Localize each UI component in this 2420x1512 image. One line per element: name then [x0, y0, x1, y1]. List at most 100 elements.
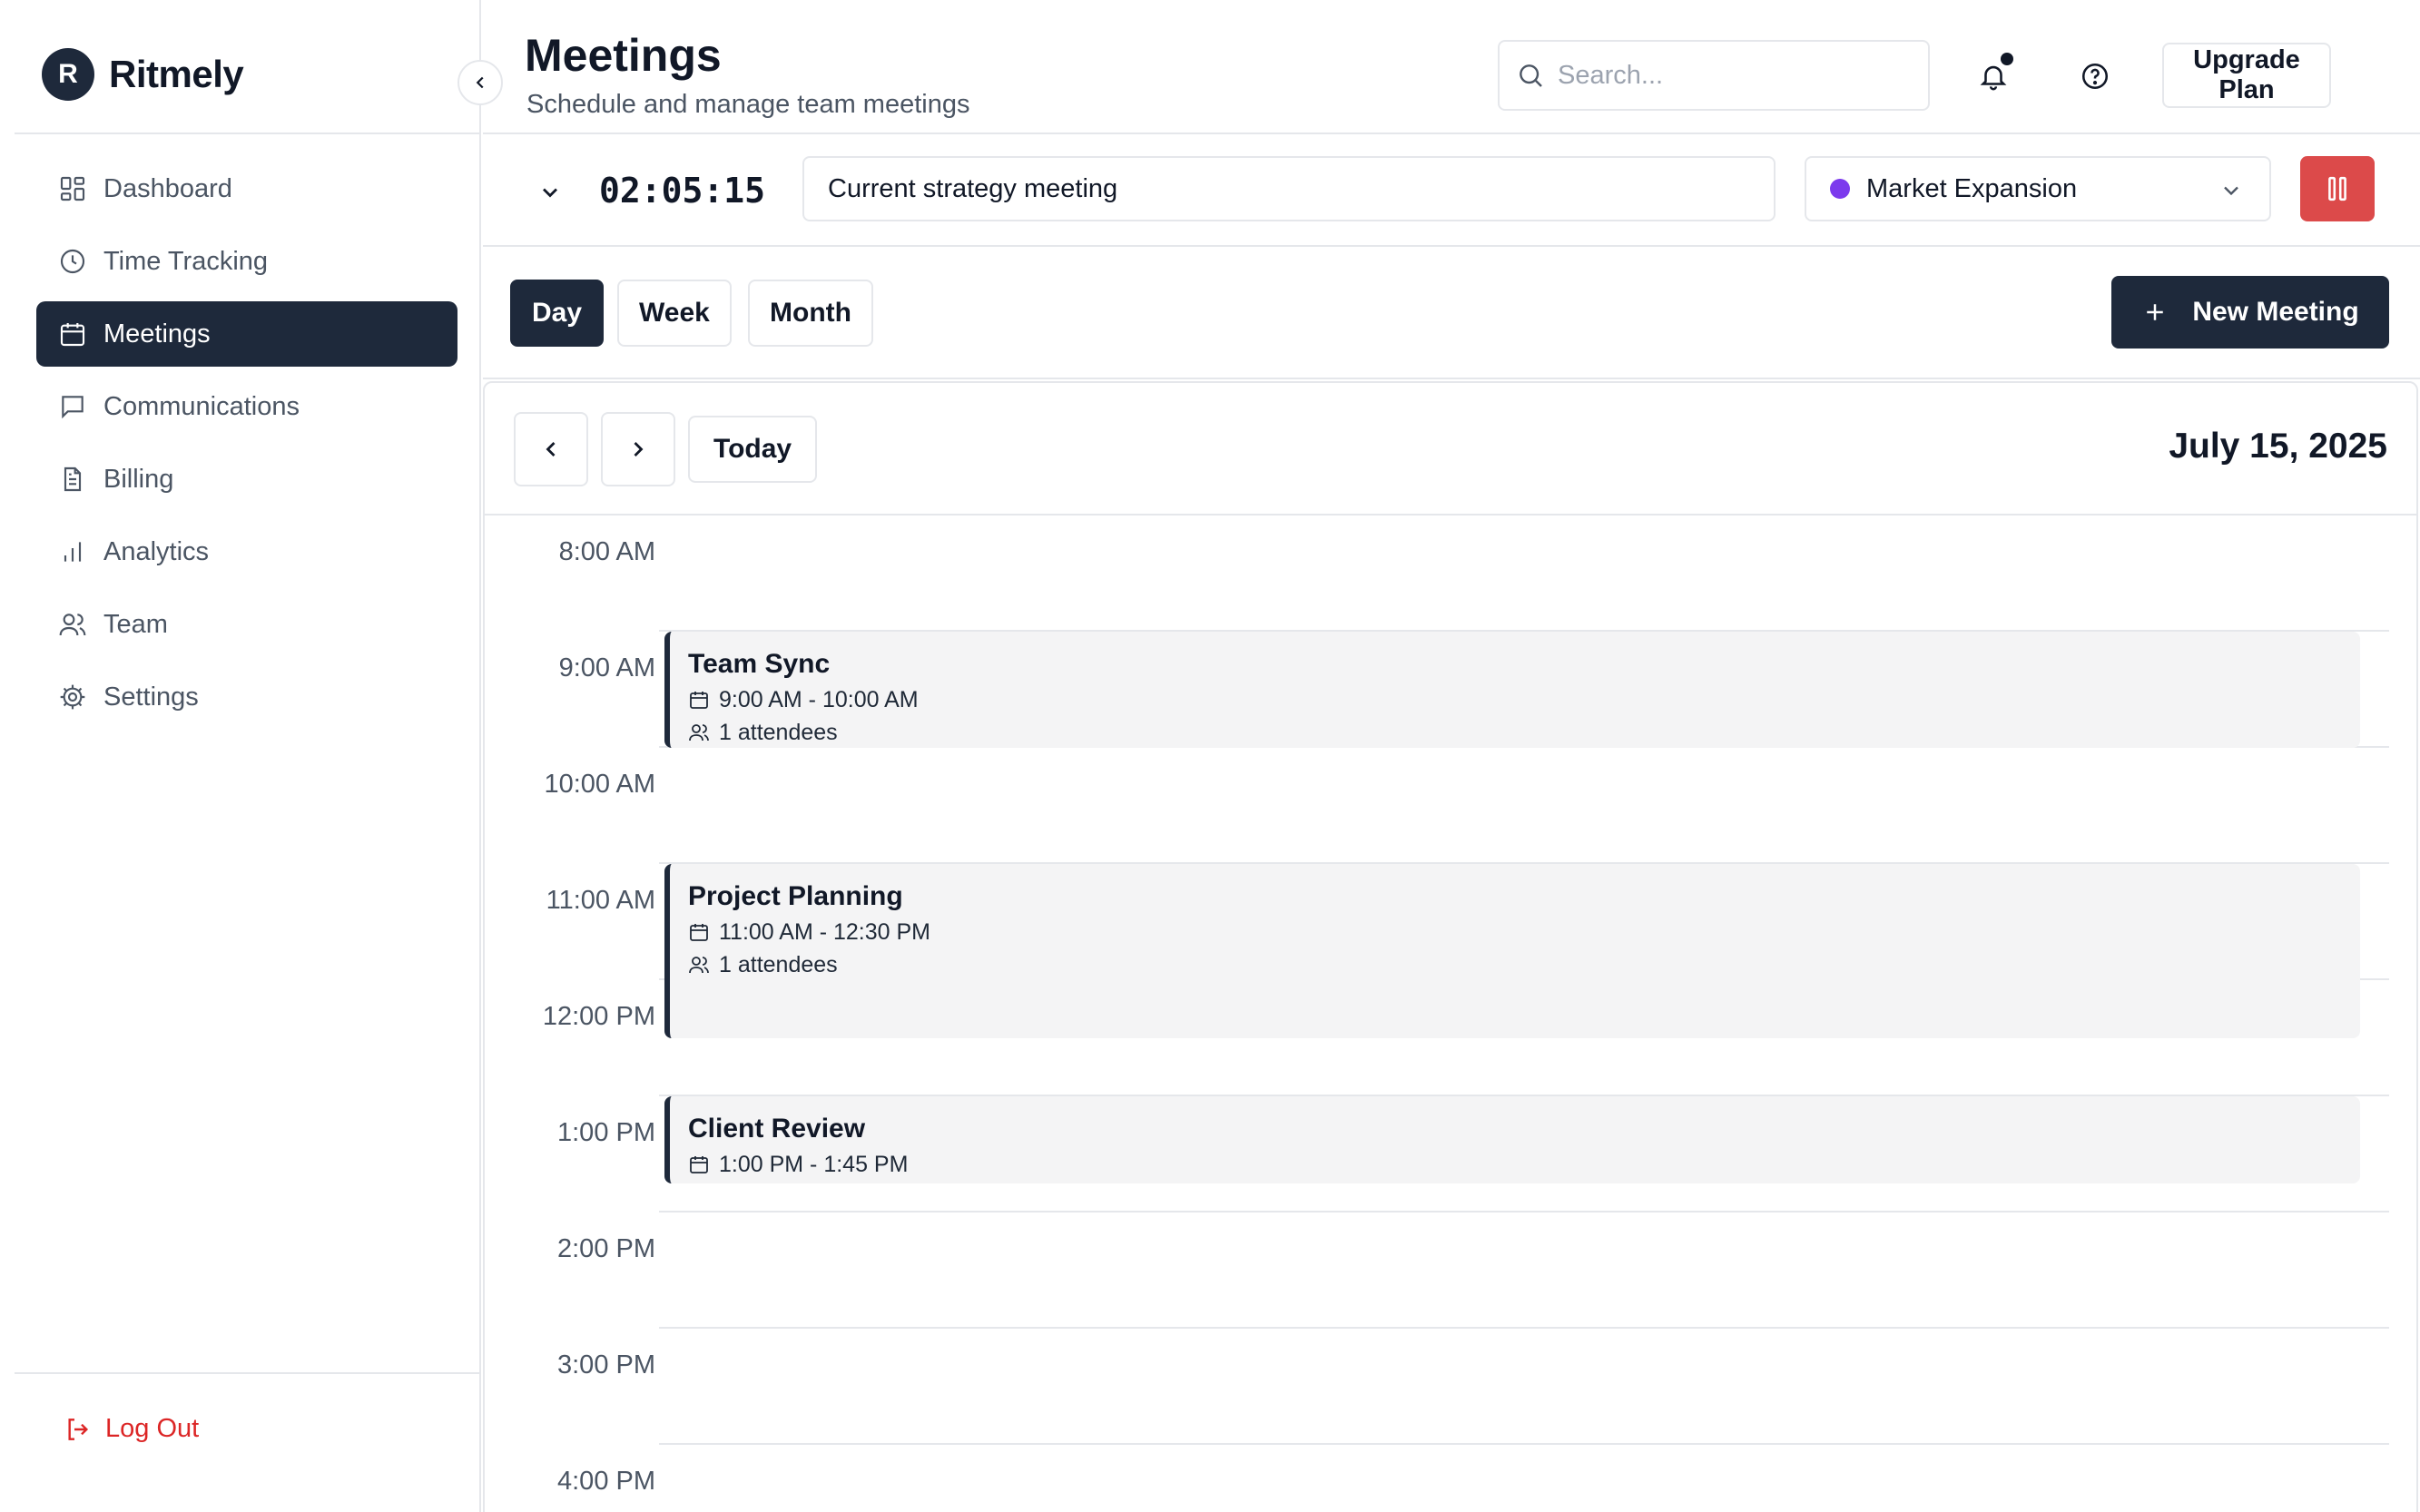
upgrade-plan-button[interactable]: Upgrade Plan	[2162, 43, 2331, 108]
event-attendees-label: 1 attendees	[719, 952, 838, 977]
calendar-icon	[690, 692, 708, 709]
event-time-label: 9:00 AM - 10:00 AM	[719, 687, 919, 712]
timer-display: 02:05:15	[599, 171, 766, 211]
sidebar-item-label: Dashboard	[103, 173, 232, 203]
timer-description-input[interactable]	[802, 156, 1776, 221]
event-time: 9:00 AM - 10:00 AM	[688, 686, 2360, 713]
hour-slot[interactable]: 2:00 PM	[485, 1213, 2416, 1329]
event-attendees: 1 attendees	[688, 719, 2360, 746]
sidebar: R Ritmely Dashboard Time Tracking Meetin…	[0, 0, 481, 1512]
timer-expand-button[interactable]	[532, 174, 568, 211]
calendar-icon	[60, 323, 85, 347]
event-time: 11:00 AM - 12:30 PM	[688, 918, 2360, 946]
help-button[interactable]	[2068, 49, 2122, 103]
event-time: 1:00 PM - 1:45 PM	[688, 1151, 2360, 1178]
time-grid: 8:00 AM 9:00 AM 10:00 AM 11:00 AM 12:00 …	[485, 515, 2416, 1512]
event-title: Team Sync	[688, 649, 831, 679]
next-day-button[interactable]	[601, 412, 675, 486]
notification-dot	[2001, 53, 2013, 65]
hour-label: 8:00 AM	[558, 537, 655, 566]
brand[interactable]: R Ritmely	[42, 47, 244, 102]
hour-label: 9:00 AM	[558, 653, 655, 682]
logout-label: Log Out	[105, 1414, 200, 1443]
hour-label: 11:00 AM	[546, 886, 655, 915]
event-attendees: 1 attendees	[688, 951, 2360, 978]
sidebar-item-communications[interactable]: Communications	[36, 374, 457, 439]
meeting-event[interactable]: Client Review 1:00 PM - 1:45 PM	[664, 1096, 2360, 1183]
hour-slot[interactable]: 10:00 AM	[485, 748, 2416, 864]
previous-day-button[interactable]	[514, 412, 588, 486]
hour-slot[interactable]: 3:00 PM	[485, 1329, 2416, 1445]
meeting-event[interactable]: Team Sync 9:00 AM - 10:00 AM 1 attendees	[664, 632, 2360, 748]
day-calendar: Today July 15, 2025 8:00 AM 9:00 AM 10:0…	[483, 381, 2418, 1512]
sidebar-item-label: Communications	[103, 391, 300, 421]
hour-label: 1:00 PM	[557, 1118, 655, 1147]
sidebar-item-label: Team	[103, 609, 168, 639]
page-subtitle: Schedule and manage team meetings	[526, 90, 970, 119]
sidebar-item-meetings[interactable]: Meetings	[36, 301, 457, 367]
event-time-label: 1:00 PM - 1:45 PM	[719, 1152, 909, 1177]
sidebar-item-label: Time Tracking	[103, 246, 269, 276]
message-icon	[62, 396, 84, 419]
view-tab-day[interactable]: Day	[510, 280, 605, 347]
gear-icon	[60, 684, 85, 710]
today-button[interactable]: Today	[688, 416, 818, 483]
meeting-event[interactable]: Project Planning 11:00 AM - 12:30 PM 1 a…	[664, 864, 2360, 1038]
sidebar-item-billing[interactable]: Billing	[36, 447, 457, 512]
project-select-value: Market Expansion	[1866, 173, 2078, 203]
help-icon	[2081, 63, 2109, 90]
sidebar-item-label: Billing	[103, 464, 174, 494]
event-attendees-label: 1 attendees	[719, 720, 838, 745]
chevron-down-icon	[543, 188, 557, 198]
users-icon	[689, 724, 709, 741]
view-tab-month[interactable]: Month	[748, 280, 873, 347]
hour-label: 12:00 PM	[542, 1002, 655, 1031]
users-icon	[689, 957, 709, 974]
chevron-left-icon	[476, 76, 484, 89]
new-meeting-label: New Meeting	[2192, 297, 2359, 327]
sidebar-item-time-tracking[interactable]: Time Tracking	[36, 229, 457, 294]
sidebar-divider	[15, 133, 479, 134]
hour-slot[interactable]: 8:00 AM	[485, 515, 2416, 632]
search-icon	[1520, 64, 1542, 87]
sidebar-item-label: Settings	[103, 682, 199, 712]
event-time-label: 11:00 AM - 12:30 PM	[719, 919, 930, 945]
search-input[interactable]	[1558, 60, 1903, 91]
view-tab-week[interactable]: Week	[617, 280, 732, 347]
header: Meetings Schedule and manage team meetin…	[483, 0, 2420, 134]
page-title: Meetings	[525, 30, 722, 81]
pause-timer-button[interactable]	[2300, 156, 2375, 221]
sidebar-nav: Dashboard Time Tracking Meetings Communi…	[36, 156, 457, 737]
hour-label: 2:00 PM	[557, 1234, 655, 1263]
notifications-button[interactable]	[1966, 49, 2021, 103]
logout-icon	[68, 1418, 89, 1440]
sidebar-item-team[interactable]: Team	[36, 592, 457, 657]
calendar-nav: Today July 15, 2025	[485, 383, 2416, 515]
hour-label: 3:00 PM	[557, 1350, 655, 1379]
bell-icon	[1980, 65, 2007, 91]
new-meeting-button[interactable]: New Meeting	[2111, 276, 2389, 349]
sidebar-item-analytics[interactable]: Analytics	[36, 519, 457, 584]
pause-icon	[2328, 176, 2346, 201]
project-select[interactable]: Market Expansion	[1805, 156, 2271, 221]
search-box[interactable]	[1498, 40, 1930, 111]
sidebar-item-label: Meetings	[103, 319, 211, 349]
chevron-left-icon	[546, 442, 556, 457]
calendar-icon	[690, 924, 708, 941]
sidebar-item-dashboard[interactable]: Dashboard	[36, 156, 457, 221]
clock-icon	[60, 249, 85, 274]
hour-label: 10:00 AM	[544, 770, 655, 799]
hour-label: 4:00 PM	[557, 1467, 655, 1496]
calendar-icon	[690, 1156, 708, 1173]
project-color-dot	[1830, 179, 1850, 199]
event-title: Client Review	[688, 1114, 866, 1144]
brand-logo: R	[42, 48, 94, 101]
logout-button[interactable]: Log Out	[64, 1414, 199, 1444]
sidebar-item-settings[interactable]: Settings	[36, 664, 457, 730]
calendar-date: July 15, 2025	[2169, 427, 2387, 466]
sidebar-collapse-button[interactable]	[457, 60, 503, 105]
event-title: Project Planning	[688, 881, 903, 911]
hour-slot[interactable]: 4:00 PM	[485, 1445, 2416, 1512]
plus-icon	[2147, 304, 2164, 320]
view-toolbar: Day Week Month New Meeting	[483, 247, 2420, 379]
